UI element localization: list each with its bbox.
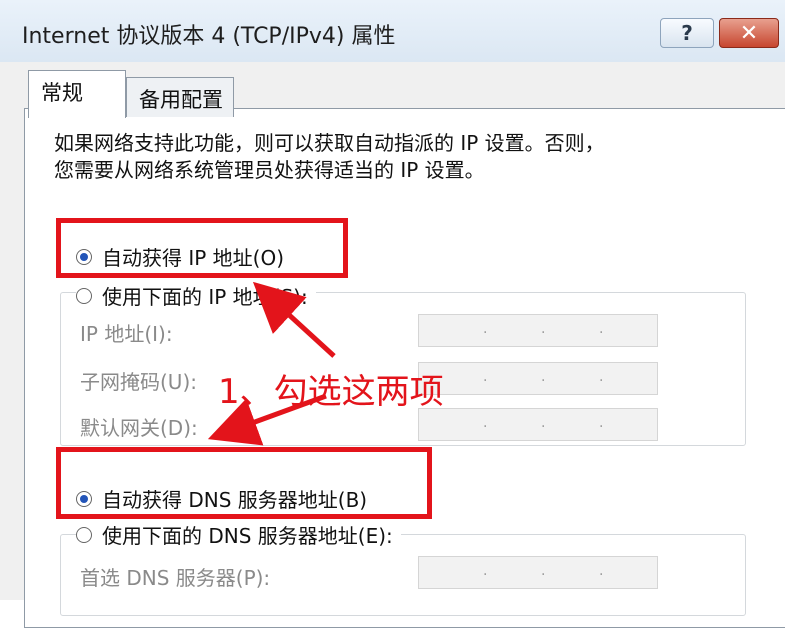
arrow-to-auto-ip	[252, 281, 336, 358]
annotation-text: 1、勾选这两项	[218, 372, 444, 412]
tab-general[interactable]: 常规	[28, 70, 126, 118]
